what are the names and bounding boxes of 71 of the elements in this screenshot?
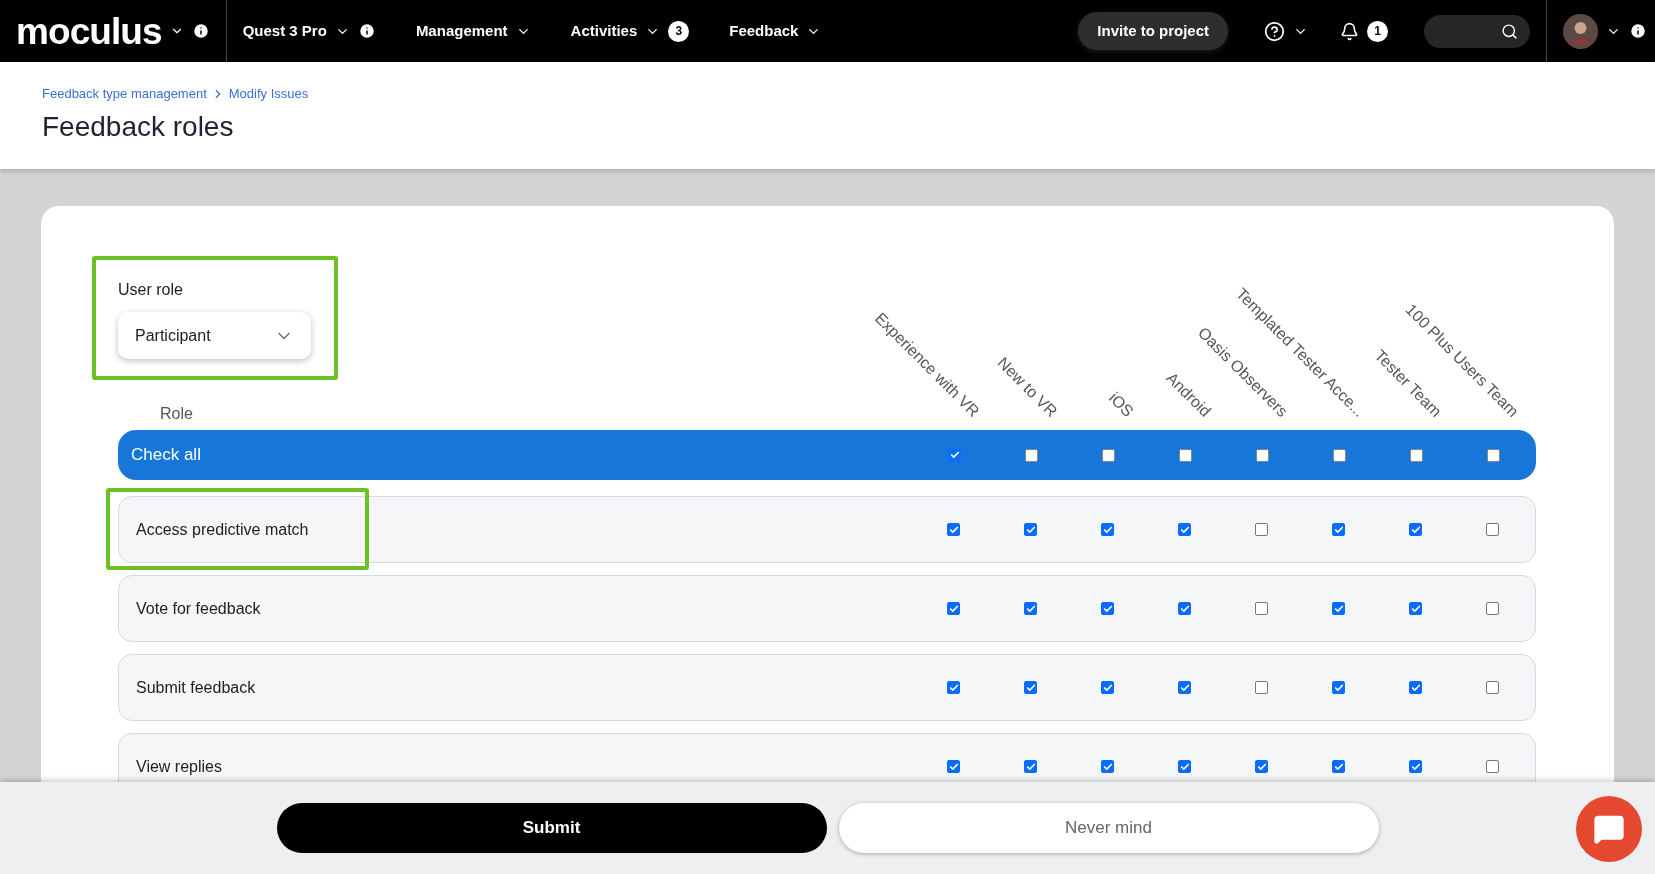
- column-heading: iOS: [1106, 389, 1137, 420]
- checkbox[interactable]: [1101, 681, 1114, 694]
- checkbox[interactable]: [1409, 523, 1422, 536]
- checkbox[interactable]: [1486, 523, 1499, 536]
- checkbox[interactable]: [1333, 448, 1346, 462]
- checkbox[interactable]: [947, 681, 960, 694]
- checkbox[interactable]: [1101, 760, 1114, 773]
- avatar[interactable]: [1563, 13, 1598, 49]
- breadcrumb-link[interactable]: Modify Issues: [228, 84, 309, 104]
- logo[interactable]: moculus: [16, 12, 162, 50]
- checkbox[interactable]: [947, 523, 960, 536]
- checkbox[interactable]: [1409, 602, 1422, 615]
- checkbox[interactable]: [1178, 523, 1191, 536]
- search-icon: [1501, 22, 1518, 40]
- chat-icon: [1593, 813, 1625, 845]
- checkbox[interactable]: [1486, 602, 1499, 615]
- checkbox[interactable]: [1409, 760, 1422, 773]
- count-badge: 3: [668, 20, 690, 42]
- checkbox[interactable]: [1487, 448, 1500, 462]
- checkbox[interactable]: [1486, 681, 1499, 694]
- checkbox[interactable]: [1024, 760, 1037, 773]
- search-field[interactable]: [1424, 14, 1530, 48]
- checkbox[interactable]: [1178, 681, 1191, 694]
- breadcrumb-link[interactable]: Feedback type management: [42, 84, 207, 104]
- checkbox[interactable]: [1025, 448, 1038, 462]
- checkbox[interactable]: [1255, 602, 1268, 615]
- nav-menu[interactable]: Management: [415, 19, 508, 43]
- checkbox[interactable]: [1255, 681, 1268, 694]
- checkbox[interactable]: [1178, 602, 1191, 615]
- project-menu[interactable]: Quest 3 Pro: [242, 19, 327, 43]
- checkbox[interactable]: [1332, 681, 1345, 694]
- bell-icon[interactable]: [1340, 21, 1359, 41]
- row-label: View replies: [136, 756, 223, 777]
- checkbox[interactable]: [1410, 448, 1423, 462]
- count-badge: 1: [1367, 20, 1388, 42]
- nav-menu[interactable]: Feedback: [729, 19, 799, 43]
- checkbox[interactable]: [947, 760, 960, 773]
- checkbox[interactable]: [1024, 523, 1037, 536]
- submit-button[interactable]: Submit: [276, 803, 827, 853]
- nav-menu[interactable]: Activities: [570, 19, 638, 43]
- checkbox[interactable]: [1332, 602, 1345, 615]
- checkbox[interactable]: [1101, 523, 1114, 536]
- checkbox[interactable]: [1409, 681, 1422, 694]
- role-dropdown[interactable]: Participant: [118, 312, 311, 359]
- checkbox[interactable]: [1256, 448, 1269, 462]
- checkbox[interactable]: [1024, 681, 1037, 694]
- checkbox[interactable]: [1024, 602, 1037, 615]
- cancel-button[interactable]: Never mind: [838, 803, 1379, 853]
- checkbox[interactable]: [1332, 523, 1345, 536]
- checkbox[interactable]: [1101, 602, 1114, 615]
- checkbox[interactable]: [1486, 760, 1499, 773]
- checkbox[interactable]: [1102, 448, 1115, 462]
- column-heading: Role: [160, 404, 194, 424]
- row-label: Submit feedback: [136, 677, 257, 698]
- info-icon[interactable]: [1629, 22, 1647, 40]
- row-label: Check all: [131, 444, 202, 467]
- invite-button[interactable]: Invite to project: [1078, 12, 1228, 50]
- checkbox[interactable]: [1179, 448, 1192, 462]
- checkbox[interactable]: [1255, 760, 1268, 773]
- info-icon[interactable]: [357, 22, 376, 40]
- row-label: Vote for feedback: [136, 598, 262, 619]
- checkbox[interactable]: [1332, 760, 1345, 773]
- checkbox[interactable]: [948, 448, 961, 462]
- page-title: Feedback roles: [42, 109, 235, 144]
- checkbox[interactable]: [1255, 523, 1268, 536]
- info-icon[interactable]: [191, 22, 210, 40]
- field-label: User role: [118, 280, 184, 300]
- row-label: Access predictive match: [136, 519, 310, 540]
- checkbox[interactable]: [1178, 760, 1191, 773]
- help-icon[interactable]: [1264, 20, 1285, 42]
- checkbox[interactable]: [947, 602, 960, 615]
